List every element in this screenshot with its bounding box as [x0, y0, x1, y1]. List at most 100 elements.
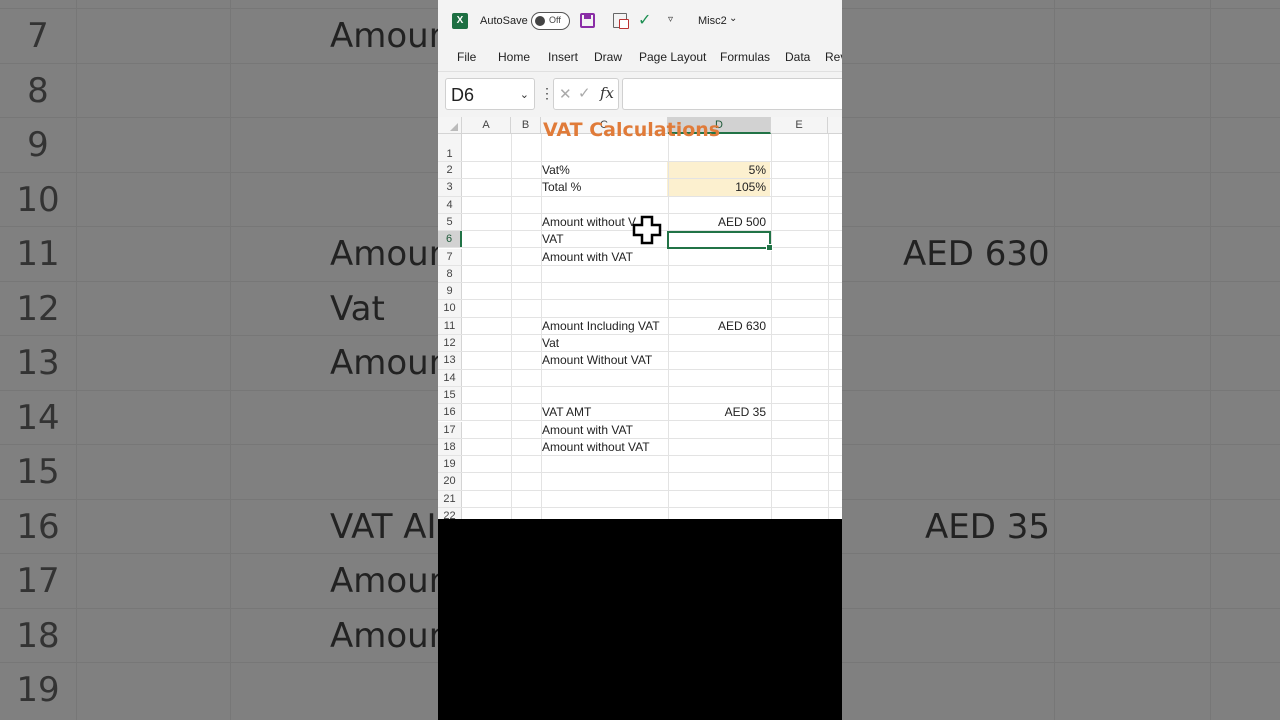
tab-review[interactable]: Rev: [825, 50, 842, 64]
customize-toolbar-icon[interactable]: ▿: [668, 14, 673, 25]
name-box-value: D6: [451, 85, 475, 105]
row-header[interactable]: 7: [438, 248, 462, 265]
bg-text: AED 630: [903, 234, 1050, 274]
sheet-title[interactable]: VAT Calculations: [543, 119, 720, 141]
check-icon[interactable]: ✓: [638, 10, 651, 30]
touch-mode-icon[interactable]: [613, 13, 629, 29]
more-icon[interactable]: ⋮: [540, 85, 554, 102]
column-header-e[interactable]: E: [771, 117, 828, 134]
ribbon-tabs: File Home Insert Draw Page Layout Formul…: [438, 42, 842, 72]
bg-row-number: 17: [16, 561, 60, 601]
bg-row-number: 13: [16, 343, 60, 383]
spreadsheet-grid: A B C D E 1 2 Vat% 5% 3 Total % 105% 4 5 Amount w…: [438, 117, 842, 519]
tab-draw[interactable]: Draw: [594, 50, 622, 64]
row-header[interactable]: 13: [438, 352, 462, 369]
row-header[interactable]: 18: [438, 438, 462, 456]
tab-formulas[interactable]: Formulas: [720, 50, 770, 64]
tab-data[interactable]: Data: [785, 50, 810, 64]
cell-d[interactable]: AED 630: [668, 318, 769, 335]
bg-row-number: 7: [27, 16, 49, 56]
bg-row-number: 12: [16, 288, 60, 329]
bg-text: Amoun: [330, 561, 451, 601]
tab-file[interactable]: File: [457, 50, 476, 64]
row-header[interactable]: 6: [438, 231, 462, 248]
cell-c[interactable]: Amount without V: [542, 214, 636, 231]
cell-c[interactable]: Amount with VAT: [542, 249, 633, 266]
row-header[interactable]: 19: [438, 456, 462, 473]
active-cell-selection[interactable]: [667, 231, 773, 251]
bg-row-number: 16: [16, 506, 60, 547]
bg-text: Vat: [330, 289, 385, 329]
bg-text: VAT AI: [330, 507, 437, 547]
cell-c[interactable]: VAT: [542, 231, 564, 248]
row-header[interactable]: 10: [438, 300, 462, 317]
title-bar: X AutoSave Off ✓ ▿ Misc2 ⌄: [438, 0, 842, 42]
column-header-a[interactable]: A: [462, 117, 511, 134]
tab-home[interactable]: Home: [498, 50, 530, 64]
table-row: 12 Vat: [438, 335, 842, 353]
table-row: 15: [438, 386, 842, 405]
row-header[interactable]: 3: [438, 179, 462, 196]
cell-c[interactable]: Amount Without VAT: [542, 352, 652, 369]
bg-text: Amoun: [330, 16, 451, 56]
excel-logo-icon: X: [452, 13, 468, 29]
tab-page-layout[interactable]: Page Layout: [639, 50, 706, 64]
cancel-icon[interactable]: ✕: [559, 85, 572, 103]
table-row: 2 Vat% 5%: [438, 162, 842, 180]
table-row: 17 Amount with VAT: [438, 421, 842, 439]
row-header[interactable]: 4: [438, 196, 462, 213]
cell-d[interactable]: 5%: [668, 162, 769, 179]
enter-icon[interactable]: ✓: [578, 84, 591, 102]
table-row: 8: [438, 265, 842, 284]
row-header[interactable]: 8: [438, 265, 462, 283]
cell-c[interactable]: Amount without VAT: [542, 439, 650, 456]
table-row: 18 Amount without VAT: [438, 438, 842, 457]
bg-row-number: 8: [27, 70, 49, 111]
cell-d[interactable]: AED 35: [668, 404, 769, 421]
bg-row-number: 15: [16, 452, 60, 492]
row-header[interactable]: 17: [438, 421, 462, 438]
file-name[interactable]: Misc2: [698, 15, 727, 27]
chevron-down-icon[interactable]: ⌄: [520, 88, 529, 101]
cell-c[interactable]: Amount with VAT: [542, 422, 633, 439]
column-header-b[interactable]: B: [511, 117, 541, 134]
tab-insert[interactable]: Insert: [548, 50, 578, 64]
cell-c[interactable]: Amount Including VAT: [542, 318, 660, 335]
video-black-area: [438, 519, 842, 720]
cell-c[interactable]: Total %: [542, 179, 581, 196]
table-row: 14: [438, 369, 842, 387]
cross-cursor-icon: [632, 215, 662, 245]
autosave-toggle[interactable]: Off: [531, 12, 570, 30]
row-header[interactable]: 1: [438, 134, 462, 161]
bg-text: Amoun: [330, 234, 451, 274]
chevron-down-icon[interactable]: ⌄: [729, 13, 737, 24]
gridline: [771, 134, 772, 519]
row-header[interactable]: 20: [438, 473, 462, 490]
cell-c[interactable]: Vat: [542, 335, 559, 352]
function-icon[interactable]: fx: [600, 84, 614, 102]
table-row: 19: [438, 456, 842, 474]
table-row: 16 VAT AMT AED 35: [438, 404, 842, 422]
row-header[interactable]: 11: [438, 317, 462, 334]
row-header[interactable]: 5: [438, 213, 462, 231]
cell-d[interactable]: 105%: [668, 179, 769, 196]
row-header[interactable]: 21: [438, 490, 462, 507]
bg-row-number: 19: [16, 670, 60, 710]
row-header[interactable]: 2: [438, 162, 462, 179]
row-header[interactable]: 12: [438, 335, 462, 352]
excel-window: X AutoSave Off ✓ ▿ Misc2 ⌄ File Home Ins…: [438, 0, 842, 519]
select-all-corner[interactable]: [438, 117, 462, 134]
cell-c[interactable]: VAT AMT: [542, 404, 591, 421]
row-header[interactable]: 16: [438, 404, 462, 421]
bg-row-number: 9: [27, 125, 49, 165]
row-header[interactable]: 9: [438, 283, 462, 300]
name-box[interactable]: D6 ⌄: [445, 78, 535, 110]
row-header[interactable]: 14: [438, 369, 462, 386]
cell-c[interactable]: Vat%: [542, 162, 570, 179]
row-header[interactable]: 15: [438, 386, 462, 404]
formula-input[interactable]: [622, 78, 842, 110]
cell-d[interactable]: AED 500: [668, 214, 769, 231]
save-icon[interactable]: [580, 13, 595, 28]
row-header[interactable]: 22: [438, 508, 462, 519]
bg-row-number: 18: [16, 615, 60, 656]
